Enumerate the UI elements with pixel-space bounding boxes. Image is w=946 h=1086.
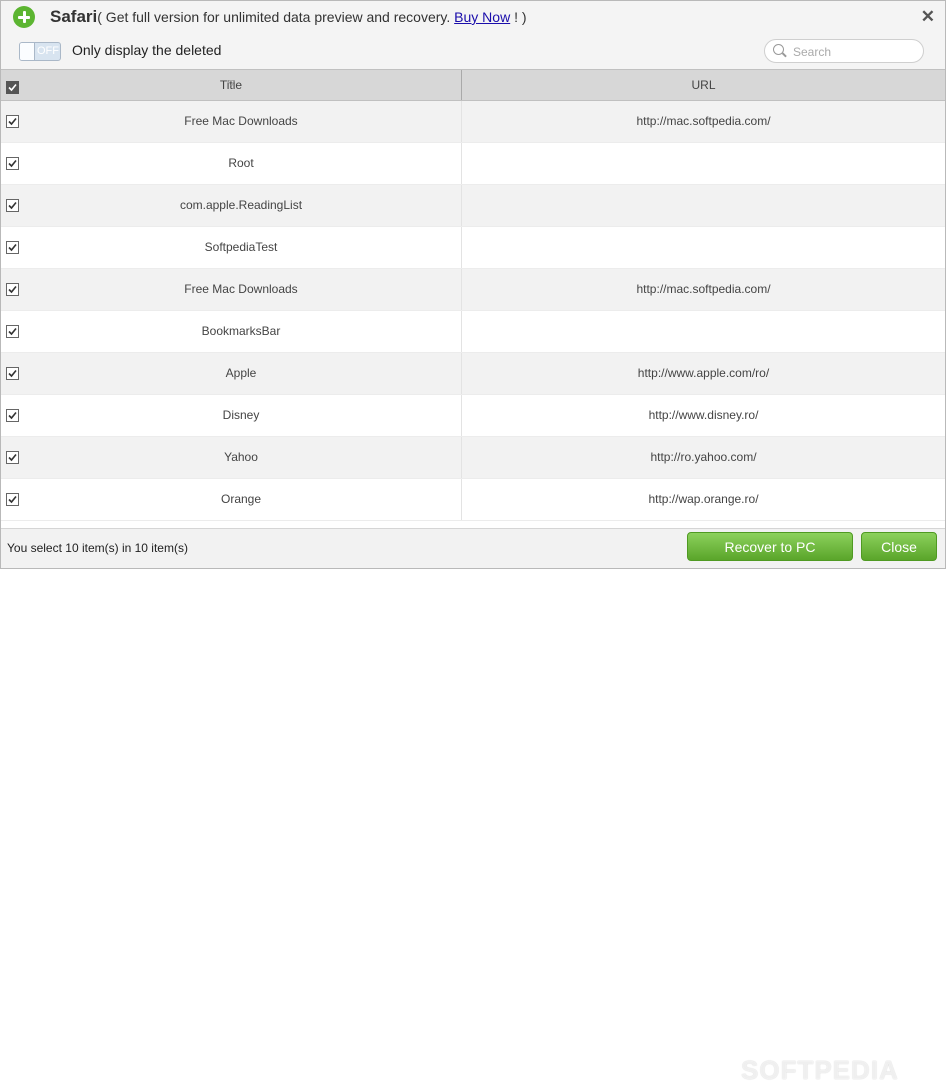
- row-url-cell: [462, 311, 945, 352]
- row-title-cell: Free Mac Downloads: [184, 114, 298, 128]
- row-title-cell: Yahoo: [224, 450, 258, 464]
- softpedia-watermark: SOFTPEDIA: [741, 1055, 899, 1085]
- row-title-cell: com.apple.ReadingList: [179, 198, 303, 212]
- row-check-icon: [6, 199, 19, 212]
- table-row[interactable]: Free Mac Downloads http://mac.softpedia.c…: [1, 269, 945, 311]
- table-row[interactable]: Apple http://www.apple.com/ro/: [1, 353, 945, 395]
- row-url-cell: [462, 143, 945, 184]
- add-plus-icon: [13, 6, 35, 28]
- row-check-icon: [6, 325, 19, 338]
- deleted-only-label: Only display the deleted: [72, 42, 222, 58]
- toggle-knob: [20, 43, 35, 60]
- row-title-cell: BookmarksBar: [201, 324, 281, 338]
- selection-status: You select 10 item(s) in 10 item(s): [7, 541, 188, 555]
- search-input[interactable]: [791, 42, 920, 61]
- table-row[interactable]: Free Mac Downloads http://mac.softpedia.c…: [1, 101, 945, 143]
- row-checkbox[interactable]: [6, 157, 19, 170]
- column-header-title[interactable]: ▽ Title: [1, 70, 461, 100]
- table-row[interactable]: Disney http://www.disney.ro/: [1, 395, 945, 437]
- buy-now-link[interactable]: Buy Now: [454, 9, 510, 25]
- sort-chevron-icon: ▽: [228, 78, 235, 88]
- close-window-icon[interactable]: ✕: [921, 7, 935, 27]
- row-check-icon: [6, 451, 19, 464]
- table-row[interactable]: Yahoo http://ro.yahoo.com/: [1, 437, 945, 479]
- row-url-cell: http://www.apple.com/ro/: [637, 366, 770, 380]
- search-box[interactable]: [764, 39, 924, 63]
- table-row[interactable]: BookmarksBar: [1, 311, 945, 353]
- recovery-window: Safari( Get full version for unlimited d…: [0, 0, 946, 1085]
- row-title-cell: Root: [228, 156, 254, 170]
- upgrade-message-suffix: ! ): [510, 9, 527, 25]
- row-checkbox[interactable]: [6, 199, 19, 212]
- row-checkbox[interactable]: [6, 325, 19, 338]
- deleted-only-toggle[interactable]: OFF: [19, 42, 61, 61]
- row-checkbox[interactable]: [6, 493, 19, 506]
- row-check-icon: [6, 367, 19, 380]
- toggle-state-label: OFF: [37, 45, 59, 57]
- recover-to-pc-button[interactable]: Recover to PC: [687, 532, 853, 561]
- row-check-icon: [6, 283, 19, 296]
- search-icon: [773, 44, 784, 55]
- footer-bar: You select 10 item(s) in 10 item(s) Reco…: [1, 528, 945, 1085]
- table-header: ▽ Title URL: [1, 69, 945, 101]
- table-row[interactable]: Orange http://wap.orange.ro/: [1, 479, 945, 521]
- row-title-cell: Disney: [222, 408, 260, 422]
- row-checkbox[interactable]: [6, 451, 19, 464]
- row-checkbox[interactable]: [6, 409, 19, 422]
- title-bar: Safari( Get full version for unlimited d…: [1, 1, 945, 33]
- table-body: Free Mac Downloads http://mac.softpedia.c…: [1, 101, 945, 521]
- table-row[interactable]: SoftpediaTest: [1, 227, 945, 269]
- row-title-cell: Free Mac Downloads: [184, 282, 298, 296]
- row-url-cell: [462, 227, 945, 268]
- row-url-cell: http://ro.yahoo.com/: [650, 450, 757, 464]
- row-url-cell: http://mac.softpedia.com/: [636, 282, 771, 296]
- row-title-cell: Apple: [225, 366, 257, 380]
- row-url-cell: http://wap.orange.ro/: [648, 492, 759, 506]
- app-name: Safari: [50, 7, 98, 26]
- row-checkbox[interactable]: [6, 367, 19, 380]
- row-checkbox[interactable]: [6, 115, 19, 128]
- row-check-icon: [6, 493, 19, 506]
- title-text: Safari( Get full version for unlimited d…: [50, 7, 527, 27]
- close-button[interactable]: Close: [861, 532, 937, 561]
- row-checkbox[interactable]: [6, 283, 19, 296]
- column-url-label: URL: [691, 78, 716, 92]
- row-url-cell: [462, 185, 945, 226]
- row-title-cell: Orange: [220, 492, 262, 506]
- row-url-cell: http://www.disney.ro/: [648, 408, 759, 422]
- upgrade-message-prefix: ( Get full version for unlimited data pr…: [97, 9, 455, 25]
- row-check-icon: [6, 241, 19, 254]
- table-row[interactable]: com.apple.ReadingList: [1, 185, 945, 227]
- row-title-cell: SoftpediaTest: [204, 240, 278, 254]
- row-check-icon: [6, 409, 19, 422]
- row-url-cell: http://mac.softpedia.com/: [636, 114, 771, 128]
- table-row[interactable]: Root: [1, 143, 945, 185]
- row-check-icon: [6, 115, 19, 128]
- filter-bar: OFF Only display the deleted: [1, 33, 945, 69]
- row-checkbox[interactable]: [6, 241, 19, 254]
- row-check-icon: [6, 157, 19, 170]
- column-header-url[interactable]: URL: [462, 70, 945, 100]
